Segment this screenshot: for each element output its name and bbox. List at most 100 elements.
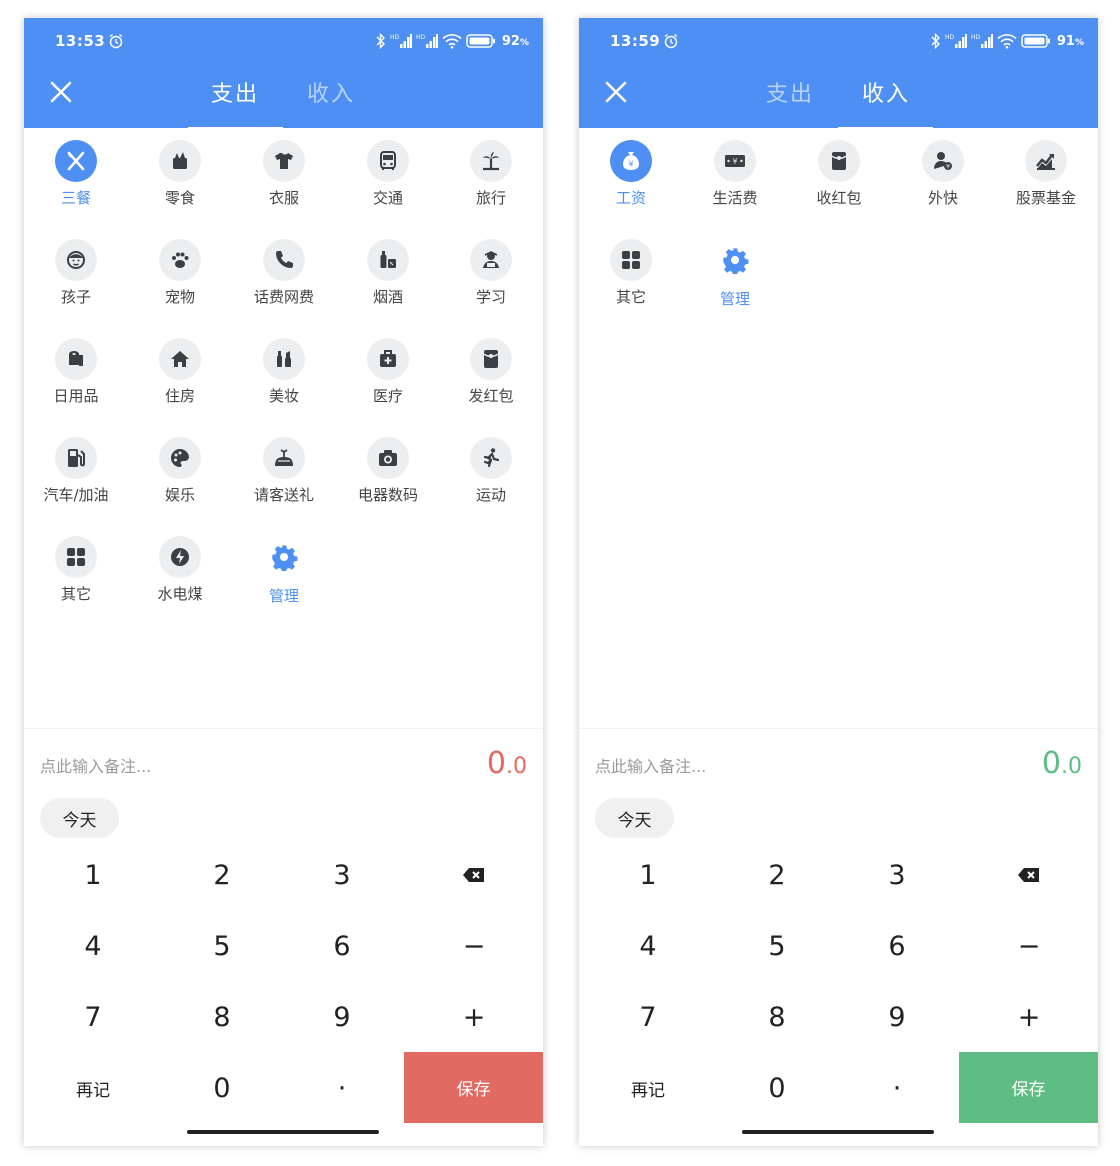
category-item[interactable]: 管理: [683, 235, 787, 325]
key-0[interactable]: 0: [162, 1053, 282, 1123]
category-item[interactable]: 宠物: [128, 235, 232, 325]
category-item[interactable]: 发红包: [439, 334, 543, 424]
category-item[interactable]: ¥ 外快: [891, 136, 995, 226]
key-7[interactable]: 7: [588, 982, 708, 1052]
minus-key[interactable]: −: [969, 911, 1089, 981]
plus-key[interactable]: +: [969, 982, 1089, 1052]
note-input[interactable]: 点此输入备注...: [595, 753, 706, 777]
category-label: 运动: [475, 486, 506, 504]
running-icon: [470, 437, 512, 479]
category-item[interactable]: 学习: [439, 235, 543, 325]
backspace-icon: [1018, 868, 1039, 882]
camera-icon: [367, 437, 409, 479]
category-item[interactable]: 交通: [336, 136, 440, 226]
category-item[interactable]: 管理: [232, 532, 336, 622]
key-4[interactable]: 4: [588, 911, 708, 981]
stock-chart-icon: [1025, 140, 1067, 182]
key-4[interactable]: 4: [33, 911, 153, 981]
category-item[interactable]: ¥ 工资: [579, 136, 683, 226]
category-item[interactable]: 娱乐: [128, 433, 232, 523]
key-6[interactable]: 6: [837, 911, 957, 981]
svg-text:HD: HD: [971, 34, 981, 41]
category-item[interactable]: 三餐: [24, 136, 128, 226]
category-label: 收红包: [816, 189, 862, 207]
category-item[interactable]: 日用品: [24, 334, 128, 424]
palm-tree-icon: [470, 140, 512, 182]
key-5[interactable]: 5: [162, 911, 282, 981]
red-packet-icon: [818, 140, 860, 182]
category-item[interactable]: 衣服: [232, 136, 336, 226]
key-9[interactable]: 9: [282, 982, 402, 1052]
save-button[interactable]: 保存: [959, 1052, 1098, 1123]
again-button[interactable]: 再记: [588, 1053, 708, 1123]
cosmetics-icon: [263, 338, 305, 380]
category-label: 美妆: [268, 387, 299, 405]
tab-indicator: [188, 127, 283, 130]
dot-key[interactable]: ·: [837, 1053, 957, 1123]
category-item[interactable]: 住房: [128, 334, 232, 424]
backspace-key[interactable]: [414, 840, 534, 910]
key-8[interactable]: 8: [717, 982, 837, 1052]
category-item[interactable]: 烟酒: [336, 235, 440, 325]
key-3[interactable]: 3: [282, 840, 402, 910]
category-item[interactable]: 请客送礼: [232, 433, 336, 523]
signal-icon: HD: [971, 34, 993, 48]
category-item[interactable]: 孩子: [24, 235, 128, 325]
key-9[interactable]: 9: [837, 982, 957, 1052]
category-item[interactable]: 运动: [439, 433, 543, 523]
tab-income[interactable]: 收入: [307, 76, 355, 108]
key-2[interactable]: 2: [717, 840, 837, 910]
category-item[interactable]: 收红包: [787, 136, 891, 226]
date-chip[interactable]: 今天: [40, 798, 119, 838]
category-item[interactable]: ¥ 生活费: [683, 136, 787, 226]
category-label: 烟酒: [372, 288, 403, 306]
key-7[interactable]: 7: [33, 982, 153, 1052]
category-item[interactable]: 水电煤: [128, 532, 232, 622]
date-chip[interactable]: 今天: [595, 798, 674, 838]
tab-income[interactable]: 收入: [862, 76, 910, 108]
person-coin-icon: ¥: [922, 140, 964, 182]
category-label: 娱乐: [164, 486, 195, 504]
status-time: 13:53: [55, 32, 106, 50]
category-item[interactable]: 电器数码: [336, 433, 440, 523]
category-label: 旅行: [475, 189, 506, 207]
category-item[interactable]: 零食: [128, 136, 232, 226]
category-item[interactable]: 股票基金: [994, 136, 1098, 226]
tab-expense[interactable]: 支出: [211, 76, 259, 108]
student-icon: [470, 239, 512, 281]
key-6[interactable]: 6: [282, 911, 402, 981]
key-8[interactable]: 8: [162, 982, 282, 1052]
category-item[interactable]: 医疗: [336, 334, 440, 424]
close-icon[interactable]: [603, 79, 629, 105]
category-item[interactable]: 其它: [24, 532, 128, 622]
backspace-key[interactable]: [969, 840, 1089, 910]
again-button[interactable]: 再记: [33, 1053, 153, 1123]
wifi-icon: [442, 34, 462, 49]
category-item[interactable]: 汽车/加油: [24, 433, 128, 523]
key-1[interactable]: 1: [588, 840, 708, 910]
category-item[interactable]: 美妆: [232, 334, 336, 424]
key-5[interactable]: 5: [717, 911, 837, 981]
key-1[interactable]: 1: [33, 840, 153, 910]
close-icon[interactable]: [48, 79, 74, 105]
minus-key[interactable]: −: [414, 911, 534, 981]
category-item[interactable]: 其它: [579, 235, 683, 325]
category-label: 请客送礼: [253, 486, 314, 504]
key-2[interactable]: 2: [162, 840, 282, 910]
save-button[interactable]: 保存: [404, 1052, 543, 1123]
paw-icon: [159, 239, 201, 281]
key-0[interactable]: 0: [717, 1053, 837, 1123]
wifi-icon: [997, 34, 1017, 49]
category-item[interactable]: 旅行: [439, 136, 543, 226]
shirt-icon: [263, 140, 305, 182]
dot-key[interactable]: ·: [282, 1053, 402, 1123]
plus-key[interactable]: +: [414, 982, 534, 1052]
note-input[interactable]: 点此输入备注...: [40, 753, 151, 777]
svg-text:¥: ¥: [628, 160, 633, 169]
category-item[interactable]: 话费网费: [232, 235, 336, 325]
bottle-icon: [367, 239, 409, 281]
tab-expense[interactable]: 支出: [766, 76, 814, 108]
key-3[interactable]: 3: [837, 840, 957, 910]
category-label: 住房: [164, 387, 195, 405]
category-label: 零食: [164, 189, 195, 207]
